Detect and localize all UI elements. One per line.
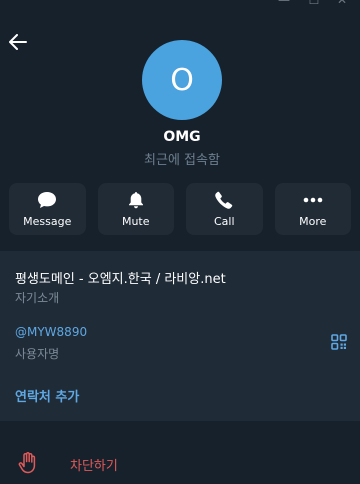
username-label: 사용자명 xyxy=(15,347,60,361)
call-label: Call xyxy=(213,214,235,228)
add-contact-button[interactable]: 연락처 추가 xyxy=(15,386,79,405)
bio-label: 자기소개 xyxy=(15,291,60,305)
chat-bubble-icon xyxy=(37,191,57,209)
arrow-left-icon xyxy=(9,34,27,50)
profile-status: 최근에 접속함 xyxy=(144,153,220,168)
bio-text[interactable]: 평생도메인 - 오엠지.한국 / 라비앙.net xyxy=(15,268,226,287)
mute-button[interactable]: Mute xyxy=(97,183,174,235)
mute-label: Mute xyxy=(121,214,150,228)
qr-code-button[interactable] xyxy=(331,334,347,350)
profile-name: OMG xyxy=(163,129,201,145)
block-user-button[interactable]: 차단하기 xyxy=(0,444,360,484)
bell-icon xyxy=(128,191,144,209)
message-button[interactable]: Message xyxy=(9,183,86,235)
avatar[interactable]: O xyxy=(142,40,222,120)
more-label: More xyxy=(299,214,327,228)
message-label: Message xyxy=(23,214,72,228)
avatar-letter: O xyxy=(170,62,194,98)
back-button[interactable] xyxy=(6,30,30,54)
username-value[interactable]: @MYW8890 xyxy=(15,325,87,339)
close-button[interactable]: ✕ xyxy=(336,0,348,6)
more-button[interactable]: More xyxy=(274,183,351,235)
hand-stop-icon xyxy=(18,452,36,474)
window-titlebar: — ☐ ✕ xyxy=(0,0,360,12)
phone-icon xyxy=(215,191,233,209)
more-dots-icon xyxy=(303,191,323,209)
maximize-button[interactable]: ☐ xyxy=(308,0,320,6)
call-button[interactable]: Call xyxy=(186,183,263,235)
block-user-label: 차단하기 xyxy=(70,459,118,474)
qr-code-icon xyxy=(331,334,347,350)
action-bar: Message Mute Call More xyxy=(9,183,351,235)
minimize-button[interactable]: — xyxy=(278,0,290,6)
